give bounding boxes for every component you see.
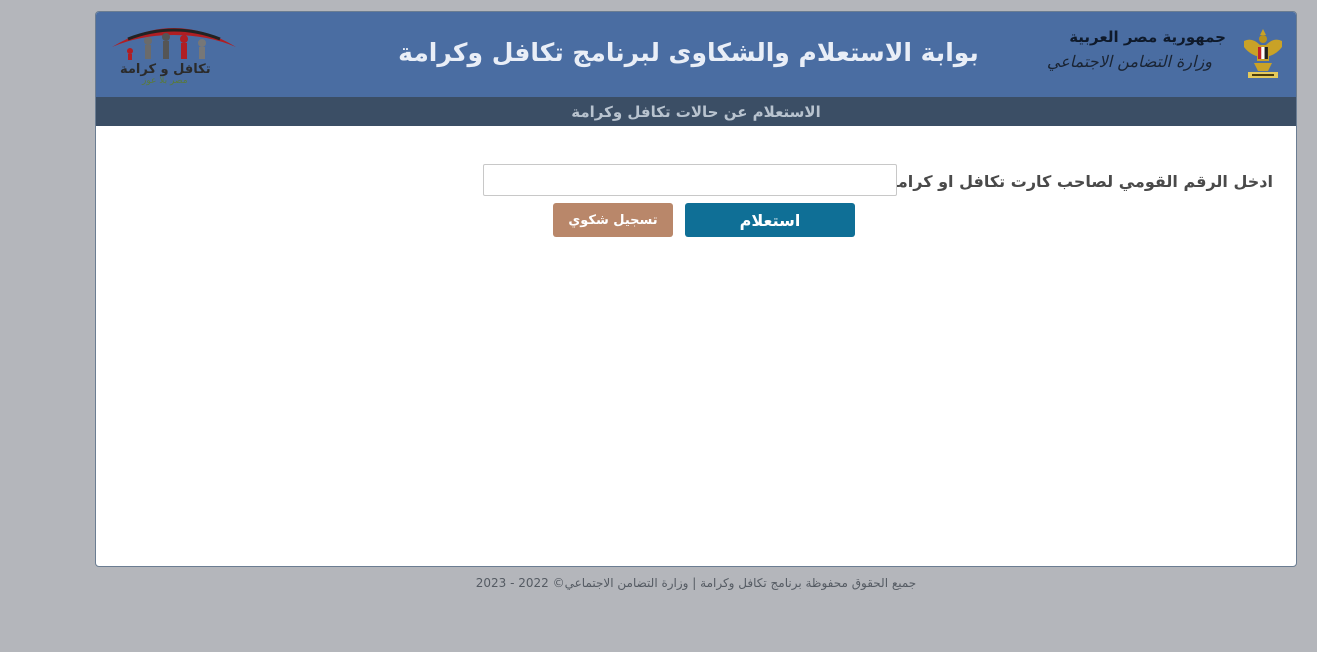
egypt-eagle-emblem-icon bbox=[1244, 29, 1282, 78]
national-id-label: ادخل الرقم القومي لصاحب كارت تكافل او كر… bbox=[881, 172, 1273, 191]
logo-tagline: مصر بلا عوز bbox=[142, 76, 188, 86]
government-name: جمهورية مصر العربية bbox=[1069, 28, 1226, 46]
main-card: تكافل و كرامة مصر بلا عوز بوابة الاستعلا… bbox=[95, 11, 1297, 567]
ministry-name: وزارة التضامن الاجتماعي bbox=[1046, 52, 1212, 71]
government-identity: جمهورية مصر العربية وزارة التضامن الاجتم… bbox=[1047, 24, 1286, 84]
section-title: الاستعلام عن حالات تكافل وكرامة bbox=[96, 97, 1296, 126]
inquiry-button[interactable]: استعلام bbox=[685, 203, 855, 237]
footer-copyright: جميع الحقوق محفوظة برنامج تكافل وكرامة |… bbox=[475, 576, 917, 590]
register-complaint-button[interactable]: تسجيل شكوي bbox=[553, 203, 673, 237]
site-header: تكافل و كرامة مصر بلا عوز بوابة الاستعلا… bbox=[96, 12, 1296, 97]
national-id-input[interactable] bbox=[483, 164, 897, 196]
